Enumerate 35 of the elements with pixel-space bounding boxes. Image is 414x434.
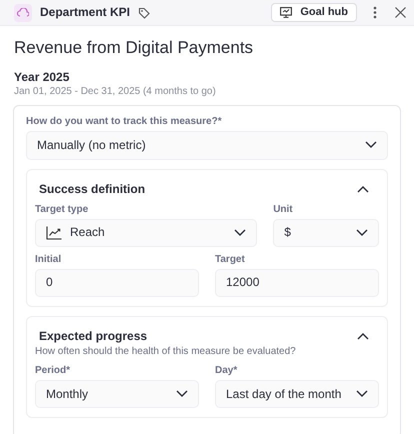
chevron-down-icon (356, 390, 368, 398)
section-title: Success definition (39, 182, 146, 197)
section-title: Expected progress (39, 328, 148, 344)
tag-icon[interactable] (138, 6, 150, 18)
header-title: Department KPI (40, 5, 130, 20)
chevron-up-icon[interactable] (357, 332, 369, 340)
select-field[interactable]: $ (273, 218, 379, 247)
chevron-down-icon (365, 141, 377, 150)
input-field[interactable]: 12000 (215, 268, 379, 297)
chevron-down-icon (234, 228, 246, 237)
select-field[interactable]: Manually (no metric) (26, 130, 388, 160)
more-options-icon[interactable] (373, 6, 377, 19)
close-icon[interactable] (395, 7, 406, 18)
select-field[interactable]: Last day of the month (215, 380, 379, 408)
chevron-up-icon[interactable] (357, 185, 369, 194)
section-hint: How often should the health of this measure be evaluated? (35, 346, 297, 358)
app-icon (14, 4, 32, 22)
date-range: Jan 01, 2025 - Dec 31, 2025 (4 months to go) (14, 86, 217, 99)
goal-hub-button[interactable]: Goal hub (271, 2, 357, 22)
field-label: Period* (35, 365, 72, 378)
select-field[interactable]: Monthly (35, 380, 199, 408)
chevron-down-icon (176, 390, 188, 398)
input-field[interactable]: 0 (35, 268, 199, 297)
monitor-icon (280, 7, 292, 18)
chevron-down-icon (356, 228, 368, 237)
field-label: Initial (35, 254, 62, 266)
field-label: Target type (35, 204, 90, 216)
page-title: Revenue from Digital Payments (14, 38, 254, 58)
select-field[interactable]: Reach (35, 218, 258, 247)
period-heading: Year 2025 (14, 70, 70, 86)
field-label: Day* (215, 365, 238, 378)
trend-chart-icon (46, 226, 62, 240)
field-label: Target (215, 254, 246, 266)
field-label: How do you want to track this measure?* (26, 116, 223, 128)
field-label: Unit (273, 204, 294, 216)
